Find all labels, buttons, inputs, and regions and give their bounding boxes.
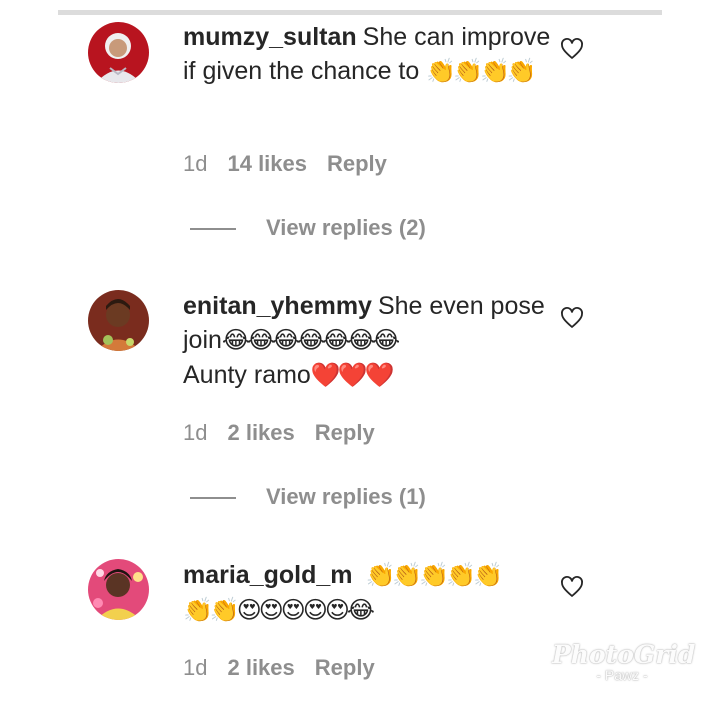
avatar[interactable] [88,559,149,620]
heart-outline-icon[interactable] [560,575,584,599]
comment-meta: 1d 2 likes Reply [183,655,375,681]
comment-username[interactable]: mumzy_sultan [183,23,357,51]
reply-button[interactable]: Reply [315,655,375,680]
comment-text-2: Aunty ramo [183,361,311,389]
watermark-main: PhotoGrid [552,640,696,669]
comment-body: enitan_yhemmy She even pose join😂😂😂😂😂😂😂 A… [183,289,553,393]
avatar[interactable] [88,290,149,351]
replies-line [190,497,236,500]
comment-username[interactable]: maria_gold_m [183,561,353,589]
comment-emoji: 👏👏👏👏👏 [365,562,502,589]
comment-body: mumzy_sultan She can improve if given the… [183,20,553,89]
comment-emoji: 👏👏👏👏 [426,58,537,85]
view-replies-label[interactable]: View replies (1) [266,484,426,509]
view-replies-button[interactable]: View replies (1) [190,484,426,510]
view-replies-button[interactable]: View replies (2) [190,215,426,241]
reply-button[interactable]: Reply [327,151,387,176]
comments-page: mumzy_sultan She can improve if given the… [0,0,720,720]
watermark-sub: - Pawz - [596,667,648,683]
likes-count[interactable]: 14 likes [227,151,307,176]
comment-body: maria_gold_m 👏👏👏👏👏 👏👏😍😍😍😍😍😂 [183,558,553,628]
view-replies-label[interactable]: View replies (2) [266,215,426,240]
comment-emoji-2: ❤️❤️❤️ [310,362,395,389]
photogrid-watermark: PhotoGrid - Pawz - [552,640,696,683]
avatar[interactable] [88,22,149,83]
comment-time: 1d [183,151,208,176]
likes-count[interactable]: 2 likes [227,420,294,445]
divider [58,10,662,15]
heart-outline-icon[interactable] [560,37,584,61]
comment-meta: 1d 14 likes Reply [183,151,387,177]
replies-line [190,228,236,231]
comment-time: 1d [183,420,208,445]
comment-username[interactable]: enitan_yhemmy [183,292,372,320]
comment-time: 1d [183,655,208,680]
comment-meta: 1d 2 likes Reply [183,420,375,446]
reply-button[interactable]: Reply [315,420,375,445]
heart-outline-icon[interactable] [560,306,584,330]
likes-count[interactable]: 2 likes [227,655,294,680]
comment-emoji-2: 👏👏😍😍😍😍😍😂 [183,597,375,624]
comment-emoji: 😂😂😂😂😂😂😂 [221,327,400,354]
